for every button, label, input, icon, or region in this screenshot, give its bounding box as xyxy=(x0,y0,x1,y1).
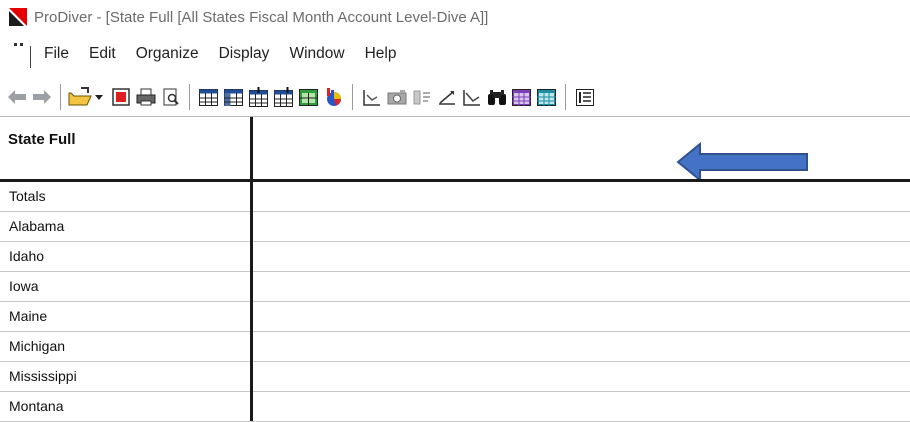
column-header-state-full[interactable]: State Full xyxy=(8,131,76,148)
green-grid-icon xyxy=(299,88,318,106)
menu-window[interactable]: Window xyxy=(289,34,344,74)
table-alt-icon xyxy=(224,88,243,106)
table-row[interactable]: Maine xyxy=(0,302,910,332)
menu-edit[interactable]: Edit xyxy=(89,34,116,74)
trend-line-icon xyxy=(438,90,455,105)
print-icon xyxy=(136,88,156,106)
open-dropdown-button[interactable] xyxy=(93,82,105,112)
menu-display[interactable]: Display xyxy=(219,34,270,74)
insert-column-icon xyxy=(249,87,268,107)
multi-column-icon xyxy=(413,90,430,104)
insert-row-button[interactable] xyxy=(271,82,296,112)
row-label-totals: Totals xyxy=(9,188,46,204)
toolbar xyxy=(0,78,910,117)
insert-row-icon xyxy=(274,87,293,107)
green-grid-button[interactable] xyxy=(296,82,321,112)
toolbar-separator xyxy=(60,84,61,110)
close-dive-icon xyxy=(112,88,130,106)
open-button[interactable] xyxy=(67,82,93,112)
toolbar-separator xyxy=(352,84,353,110)
binoculars-icon xyxy=(487,89,506,105)
menu-file[interactable]: File xyxy=(44,34,69,74)
insert-column-button[interactable] xyxy=(246,82,271,112)
purple-grid-button[interactable] xyxy=(509,82,534,112)
table-row[interactable]: Totals xyxy=(0,182,910,212)
decline-chart-button[interactable] xyxy=(459,82,484,112)
menu-organize[interactable]: Organize xyxy=(136,34,199,74)
back-button[interactable] xyxy=(6,82,28,112)
find-button[interactable] xyxy=(484,82,509,112)
row-label-alabama: Alabama xyxy=(9,218,65,234)
decline-chart-icon xyxy=(462,89,480,106)
forward-arrow-icon xyxy=(33,90,51,104)
system-menu-button[interactable] xyxy=(0,34,32,74)
prodiver-logo-icon xyxy=(9,8,27,26)
row-label-iowa: Iowa xyxy=(9,278,39,294)
menu-separator xyxy=(30,46,31,68)
dropdown-icon xyxy=(95,94,103,100)
print-button[interactable] xyxy=(133,82,159,112)
line-chart-icon xyxy=(362,89,380,106)
table-row[interactable]: Montana xyxy=(0,392,910,422)
back-arrow-icon xyxy=(8,90,26,104)
table-row[interactable]: Mississippi xyxy=(0,362,910,392)
purple-grid-icon xyxy=(512,88,531,106)
trend-line-button[interactable] xyxy=(434,82,459,112)
table-icon xyxy=(199,88,218,106)
camera-button[interactable] xyxy=(384,82,409,112)
table-row[interactable]: Michigan xyxy=(0,332,910,362)
title-bar: ProDiver - [State Full [All States Fisca… xyxy=(0,0,910,34)
print-preview-button[interactable] xyxy=(159,82,183,112)
row-label-mississippi: Mississippi xyxy=(9,368,77,384)
left-arrow-annotation-icon xyxy=(676,142,808,182)
multi-column-button[interactable] xyxy=(409,82,434,112)
dive-grid: State Full Totals Alabama Idaho Iowa Mai… xyxy=(0,117,910,422)
toolbar-separator xyxy=(189,84,190,110)
line-chart-button[interactable] xyxy=(359,82,384,112)
teal-grid-icon xyxy=(537,88,556,106)
table-button[interactable] xyxy=(196,82,221,112)
chart-3d-button[interactable] xyxy=(321,82,346,112)
toolbar-separator xyxy=(565,84,566,110)
open-folder-icon xyxy=(68,87,92,106)
print-preview-icon xyxy=(163,88,179,106)
window-title: ProDiver - [State Full [All States Fisca… xyxy=(34,8,489,26)
table-alt-button[interactable] xyxy=(221,82,246,112)
teal-grid-button[interactable] xyxy=(534,82,559,112)
table-row[interactable]: Alabama xyxy=(0,212,910,242)
menu-help[interactable]: Help xyxy=(365,34,397,74)
table-row[interactable]: Iowa xyxy=(0,272,910,302)
forward-button[interactable] xyxy=(30,82,54,112)
row-label-montana: Montana xyxy=(9,398,64,414)
system-menu-icon xyxy=(14,43,23,46)
camera-icon xyxy=(387,90,406,105)
menu-bar: File Edit Organize Display Window Help xyxy=(0,34,910,74)
chart-3d-icon xyxy=(326,88,341,106)
info-grid-button[interactable] xyxy=(572,82,597,112)
close-dive-button[interactable] xyxy=(109,82,133,112)
row-label-idaho: Idaho xyxy=(9,248,45,264)
column-divider[interactable] xyxy=(250,117,253,421)
table-row[interactable]: Idaho xyxy=(0,242,910,272)
info-grid-icon xyxy=(575,88,594,106)
row-label-maine: Maine xyxy=(9,308,48,324)
row-label-michigan: Michigan xyxy=(9,338,66,354)
